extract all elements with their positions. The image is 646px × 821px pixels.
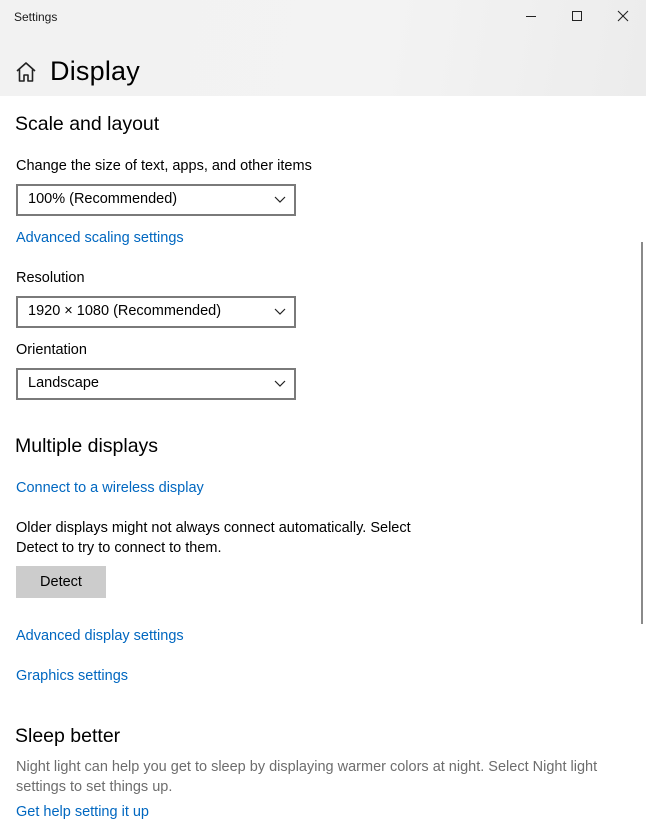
older-displays-line-1: Older displays might not always connect …	[16, 520, 411, 536]
scale-dropdown[interactable]: 100% (Recommended)	[16, 184, 296, 216]
detect-button[interactable]: Detect	[16, 566, 106, 598]
maximize-icon	[572, 11, 582, 21]
chevron-down-icon	[274, 308, 286, 315]
home-icon	[16, 62, 36, 82]
resolution-dropdown[interactable]: 1920 × 1080 (Recommended)	[16, 296, 296, 328]
older-displays-line-2: Detect to try to connect to them.	[16, 540, 222, 556]
close-icon	[617, 10, 629, 22]
orientation-label: Orientation	[16, 342, 87, 358]
size-label: Change the size of text, apps, and other…	[16, 158, 312, 174]
wireless-display-link[interactable]: Connect to a wireless display	[16, 480, 204, 496]
chevron-down-icon	[274, 380, 286, 387]
resolution-label: Resolution	[16, 270, 85, 286]
advanced-scaling-link[interactable]: Advanced scaling settings	[16, 230, 184, 246]
scrollbar[interactable]	[641, 242, 643, 624]
scale-layout-heading: Scale and layout	[15, 113, 160, 135]
graphics-settings-link[interactable]: Graphics settings	[16, 668, 128, 684]
minimize-button[interactable]	[508, 0, 554, 32]
orientation-dropdown-value: Landscape	[28, 375, 99, 391]
app-title: Settings	[14, 10, 58, 24]
title-bar: Settings Display	[0, 0, 646, 96]
close-button[interactable]	[600, 0, 646, 32]
minimize-icon	[526, 16, 536, 17]
scale-dropdown-value: 100% (Recommended)	[28, 191, 178, 207]
advanced-display-settings-link[interactable]: Advanced display settings	[16, 628, 184, 644]
page-title: Display	[50, 56, 140, 86]
night-light-help-link[interactable]: Get help setting it up	[16, 804, 149, 820]
orientation-dropdown[interactable]: Landscape	[16, 368, 296, 400]
resolution-dropdown-value: 1920 × 1080 (Recommended)	[28, 303, 222, 319]
night-light-line-2: settings to set things up.	[16, 779, 173, 795]
night-light-text: Night light can help you get to sleep by…	[16, 757, 641, 797]
sleep-better-heading: Sleep better	[15, 725, 121, 747]
home-button[interactable]	[15, 60, 37, 84]
maximize-button[interactable]	[554, 0, 600, 32]
detect-button-label: Detect	[40, 574, 82, 590]
night-light-line-1: Night light can help you get to sleep by…	[16, 759, 598, 775]
multiple-displays-heading: Multiple displays	[15, 435, 159, 457]
older-displays-text: Older displays might not always connect …	[16, 518, 411, 558]
chevron-down-icon	[274, 196, 286, 203]
